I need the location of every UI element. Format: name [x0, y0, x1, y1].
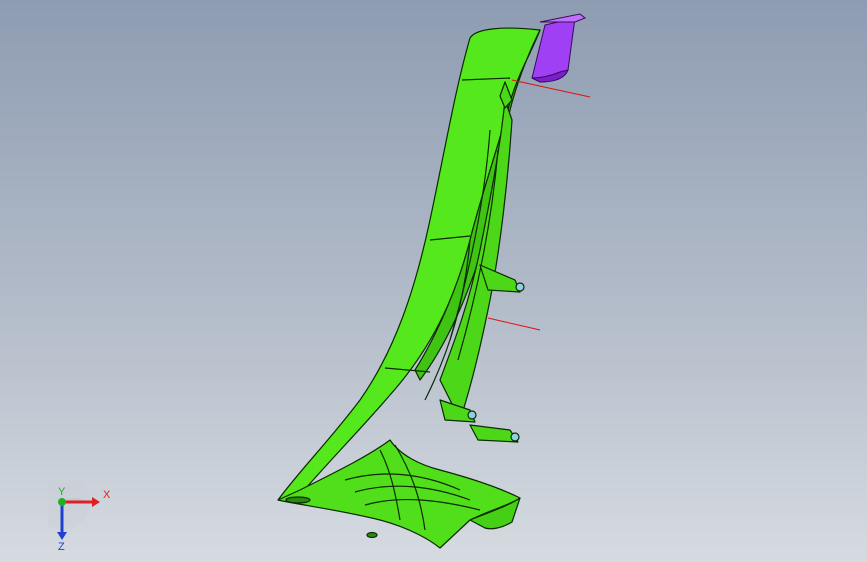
reference-line: [487, 317, 541, 331]
flange-hole: [366, 531, 378, 539]
x-axis-label: X: [103, 489, 111, 501]
y-axis-dot: [58, 498, 66, 506]
flange-slot: [285, 496, 311, 504]
reference-line: [511, 79, 591, 98]
z-axis-head: [57, 532, 67, 540]
z-axis-label: Z: [58, 541, 65, 552]
green-part[interactable]: [277, 27, 541, 549]
graphics-viewport[interactable]: [0, 0, 867, 562]
y-axis-label: Y: [58, 486, 66, 498]
model-canvas[interactable]: [0, 0, 867, 562]
coordinate-triad-icon: X Y Z: [34, 474, 111, 553]
x-axis-head: [92, 497, 100, 507]
purple-tool-block[interactable]: [531, 13, 586, 83]
mounting-boss: [469, 424, 520, 443]
coordinate-triad[interactable]: X Y Z: [34, 474, 118, 553]
